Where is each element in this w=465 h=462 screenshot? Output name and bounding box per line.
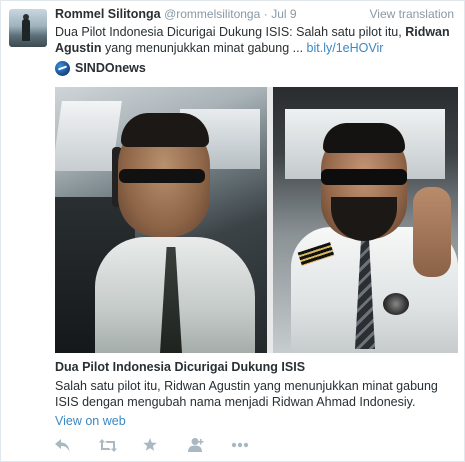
user-name[interactable]: Rommel Silitonga — [55, 7, 161, 21]
view-translation-link[interactable]: View translation — [370, 7, 455, 21]
card-title[interactable]: Dua Pilot Indonesia Dicurigai Dukung ISI… — [55, 360, 305, 374]
favorite-button[interactable] — [143, 436, 187, 454]
reply-button[interactable] — [55, 436, 99, 454]
user-avatar[interactable] — [9, 9, 47, 47]
follow-user-icon — [188, 438, 204, 452]
user-handle[interactable]: @rommelsilitonga — [164, 7, 260, 21]
more-icon — [231, 442, 249, 448]
pilot-right-sunglasses — [321, 169, 407, 185]
follow-user-button[interactable] — [187, 436, 231, 454]
retweet-icon — [99, 438, 117, 452]
pilot-left-sunglasses — [119, 169, 205, 183]
pilot-right-watch — [383, 293, 409, 315]
tweet-card: Rommel Silitonga @rommelsilitonga · Jul … — [0, 0, 465, 462]
reply-icon — [55, 438, 70, 451]
pilot-left-hair — [121, 113, 209, 147]
tweet-actions — [55, 436, 275, 454]
sindonews-logo-icon — [55, 60, 70, 76]
tweet-date[interactable]: Jul 9 — [271, 7, 296, 21]
tweet-text: Dua Pilot Indonesia Dicurigai Dukung ISI… — [55, 24, 460, 56]
pilot-right-hair — [323, 123, 405, 153]
favorite-star-icon — [143, 438, 157, 451]
tweet-header: Rommel Silitonga @rommelsilitonga · Jul … — [55, 7, 454, 23]
source-name[interactable]: SINDOnews — [75, 61, 146, 75]
view-on-web-link[interactable]: View on web — [55, 414, 126, 428]
tweet-text-part1: Dua Pilot Indonesia Dicurigai Dukung ISI… — [55, 25, 406, 39]
card-photo[interactable] — [55, 87, 458, 353]
retweet-button[interactable] — [99, 436, 143, 454]
card-source[interactable]: SINDOnews — [55, 59, 146, 77]
pilot-right-hand — [413, 187, 451, 277]
more-button[interactable] — [231, 436, 275, 454]
avatar-figure — [22, 19, 30, 41]
card-description: Salah satu pilot itu, Ridwan Agustin yan… — [55, 379, 438, 409]
tweet-link[interactable]: bit.ly/1eHOVir — [307, 41, 384, 55]
header-separator: · — [263, 7, 268, 21]
tweet-text-part2: yang menunjukkan minat gabung ... — [101, 41, 307, 55]
